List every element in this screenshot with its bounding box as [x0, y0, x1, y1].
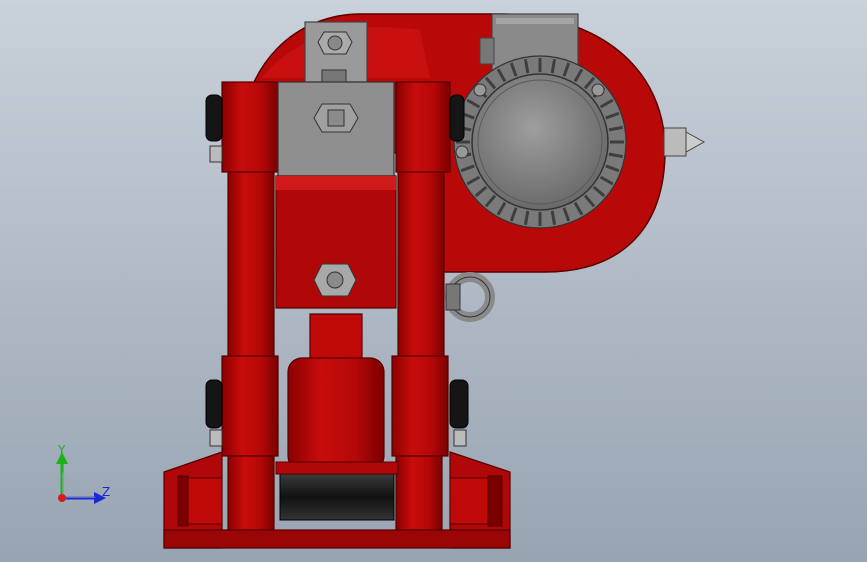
triad-y-label: Y [57, 443, 66, 457]
central-spring-housing [275, 81, 397, 309]
end-spike [663, 127, 706, 157]
rubber-roller [279, 473, 395, 521]
lifting-eye-bolt [445, 272, 495, 322]
triad-z-label: Z [102, 485, 110, 499]
lower-right-bushing [449, 379, 469, 447]
top-nut-bracket [304, 21, 368, 83]
left-lever-arm [221, 81, 279, 531]
right-lever-arm [391, 81, 451, 531]
upper-left-bushing [205, 94, 223, 163]
lower-left-bushing [205, 379, 223, 447]
roller-top-strip [275, 461, 399, 475]
upper-right-bushing [449, 94, 465, 142]
3d-graphics-viewport[interactable]: Y Z [0, 0, 867, 562]
lower-drum [287, 357, 385, 471]
orientation-triad[interactable]: Y Z [40, 438, 120, 518]
rail-clamp-brake-model[interactable] [0, 0, 867, 562]
motor-assembly [453, 55, 627, 229]
